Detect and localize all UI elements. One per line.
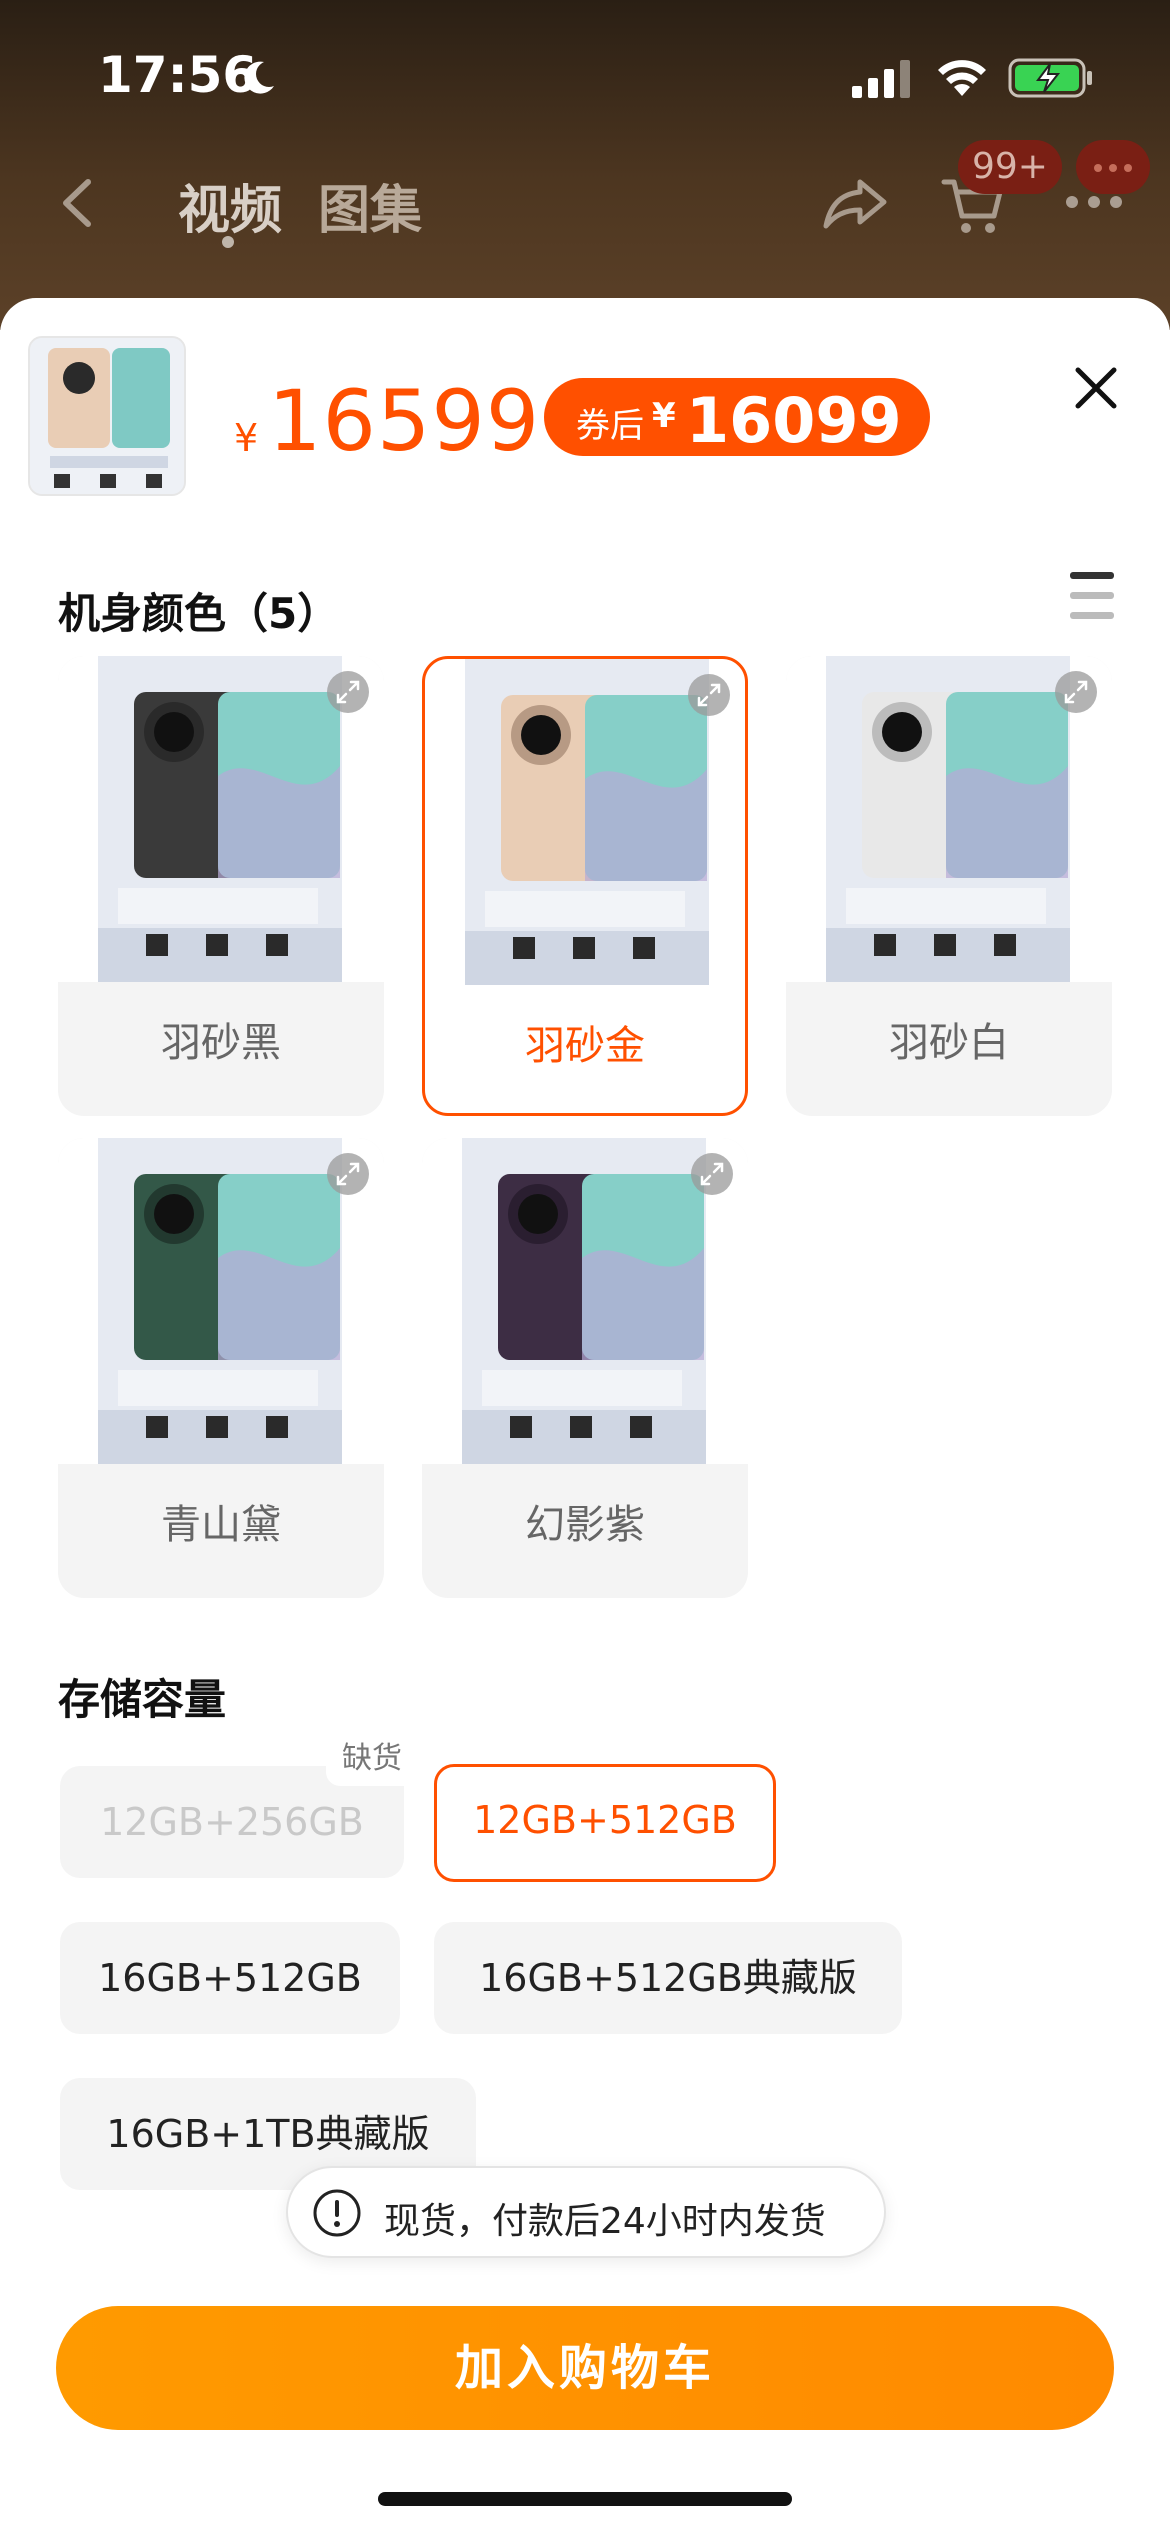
add-to-cart-button[interactable]: 加入购物车 [56,2306,1114,2430]
expand-icon[interactable] [326,1152,370,1196]
storage-option-16-512[interactable]: 16GB+512GB [60,1922,400,2034]
color-option-label: 羽砂金 [525,1023,645,1069]
home-indicator [378,2492,792,2506]
moon-icon [244,61,274,94]
message-badge [1076,140,1150,194]
coupon-price-badge: 券后 ¥ 16099 [544,378,930,457]
share-icon[interactable] [822,176,888,230]
back-icon[interactable] [58,178,98,228]
tab-indicator [222,236,234,248]
product-thumbnail [28,336,186,496]
color-option-card[interactable]: 羽砂黑 [58,656,384,1116]
color-section-title: 机身颜色（5） [58,589,340,638]
color-option-label: 羽砂白 [889,1020,1009,1066]
price-value: 16599 [268,372,541,470]
status-bar: 17:56 [0,0,1170,150]
close-icon[interactable] [1070,362,1122,414]
info-icon [313,2189,361,2237]
color-option-label: 羽砂黑 [161,1020,281,1066]
cart-count-badge: 99+ [958,140,1062,194]
status-time: 17:56 [98,46,258,104]
list-view-icon[interactable] [1070,572,1114,620]
out-of-stock-badge: 缺货 [326,1732,418,1786]
color-option-label: 幻影紫 [525,1502,645,1548]
battery-charging-icon [1008,58,1092,98]
color-option-label: 青山黛 [161,1502,281,1548]
storage-section-title: 存储容量 [58,1675,227,1724]
storage-option-16-512-collector[interactable]: 16GB+512GB典藏版 [434,1922,902,2034]
shipping-notice-text: 现货，付款后24小时内发货 [384,2201,826,2242]
price-currency: ¥ [234,416,259,460]
shipping-notice: 现货，付款后24小时内发货 [286,2166,886,2258]
coupon-currency: ¥ [652,396,676,436]
storage-option-12-512[interactable]: 12GB+512GB [434,1764,776,1882]
tab-gallery[interactable]: 图集 [318,168,422,243]
color-option-card[interactable]: 幻影紫 [422,1138,748,1598]
expand-icon[interactable] [690,1152,734,1196]
tab-video[interactable]: 视频 [178,168,282,243]
expand-icon[interactable] [1054,670,1098,714]
color-option-card[interactable]: 羽砂白 [786,656,1112,1116]
more-icon[interactable] [1066,196,1126,210]
expand-icon[interactable] [687,673,731,717]
color-option-card[interactable]: 羽砂金 [422,656,748,1116]
coupon-price-value: 16099 [686,384,902,457]
expand-icon[interactable] [326,670,370,714]
wifi-icon [938,60,986,96]
coupon-label: 券后 [576,406,644,446]
color-option-card[interactable]: 青山黛 [58,1138,384,1598]
signal-icon [852,60,910,98]
